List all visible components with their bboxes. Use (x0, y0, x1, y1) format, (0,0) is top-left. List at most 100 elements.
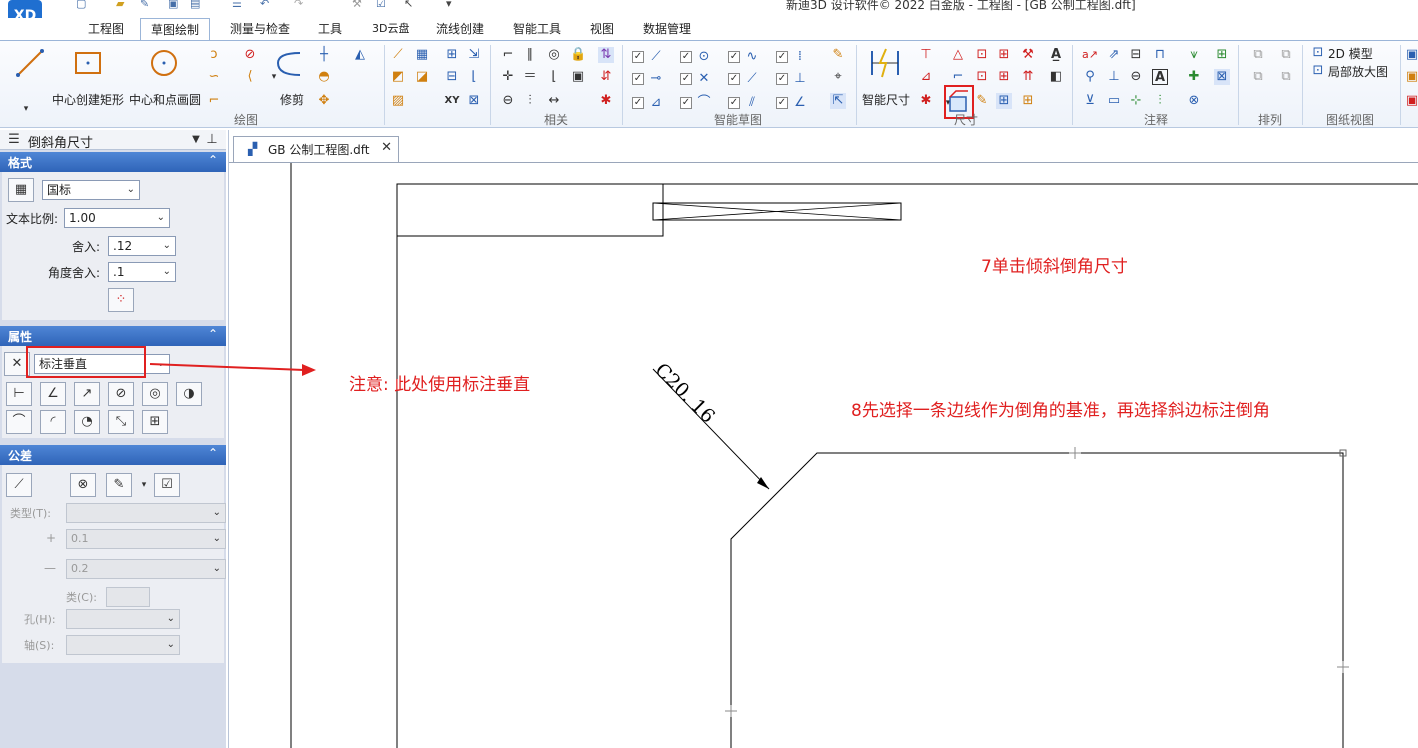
smart-sketch-checkbox[interactable]: ✓ (776, 51, 788, 63)
tolerance-type-select[interactable]: ⌄ (66, 503, 226, 523)
datum-icon[interactable]: ⊓ (1152, 47, 1168, 63)
dimension-group-icon[interactable]: ⊞ (996, 69, 1012, 85)
send-back-icon[interactable]: ⧉ (1278, 47, 1294, 63)
center-line-icon[interactable]: ⫶ (1152, 93, 1168, 109)
view-icon[interactable]: ▣ (1404, 69, 1418, 85)
save-icon[interactable]: ▣ (168, 0, 184, 11)
edge-condition-icon[interactable]: ⊻ (1082, 93, 1098, 109)
angular-coordinate-icon[interactable]: ⊡ (974, 47, 990, 63)
text-box-icon[interactable]: A (1152, 69, 1168, 85)
redo-icon[interactable]: ↷ (294, 0, 310, 11)
xy-coordinate-icon[interactable]: XY (444, 93, 460, 109)
send-backward-icon[interactable]: ⧉ (1278, 69, 1294, 85)
corner-icon[interactable]: ⌊ (466, 69, 482, 85)
region-icon[interactable]: ◓ (316, 69, 332, 85)
detail-view-button[interactable]: 局部放大图 (1328, 63, 1388, 80)
line-button[interactable] (14, 47, 46, 82)
radius-dimension-icon[interactable]: ↗ (74, 382, 100, 406)
part-outline[interactable] (730, 452, 1344, 748)
center-cross-icon[interactable]: ✚ (1186, 69, 1202, 85)
angular-dimension-icon[interactable]: ∠ (40, 382, 66, 406)
edit-grid-icon[interactable]: ⊠ (466, 93, 482, 109)
style-manager-icon[interactable]: ▦ (8, 178, 34, 202)
arc-icon[interactable]: ↄ (206, 47, 222, 63)
tab-smart-tools[interactable]: 智能工具 (503, 18, 571, 40)
view-icon[interactable]: ▣ (1404, 93, 1418, 109)
smart-sketch-checkbox[interactable]: ✓ (680, 51, 692, 63)
offset-icon[interactable]: ⟨ (242, 69, 258, 85)
leader-dimension-icon[interactable]: ⤡ (108, 410, 134, 434)
maintain-relation-icon[interactable]: ⇵ (598, 69, 614, 85)
concentric-icon[interactable]: ◎ (546, 47, 562, 63)
drawing-canvas[interactable]: C20. 16 (229, 163, 1418, 748)
perpendicular-icon[interactable]: ⌐ (500, 47, 516, 63)
dimension-style-icon[interactable]: ⊞ (996, 47, 1012, 63)
horizontal-vertical-icon[interactable]: ⌊ (546, 69, 562, 85)
smart-sketch-checkbox[interactable]: ✓ (728, 97, 740, 109)
arc-length-icon[interactable]: ⌒ (6, 410, 32, 434)
smart-sketch-checkbox[interactable]: ✓ (632, 97, 644, 109)
fillet-icon[interactable]: ⌐ (206, 93, 222, 109)
rigid-set-icon[interactable]: ▣ (570, 69, 586, 85)
half-diameter-icon[interactable]: ◑ (176, 382, 202, 406)
break-dimension-icon[interactable]: ⊞ (142, 410, 168, 434)
smart-sketch-checkbox[interactable]: ✓ (632, 73, 644, 85)
trim-button[interactable]: 修剪 (274, 47, 308, 107)
class-input[interactable] (106, 587, 150, 607)
check-doc-icon[interactable]: ☑ (376, 0, 392, 11)
sketch-tool-icon[interactable]: ✎ (830, 47, 846, 63)
no-tolerance-icon[interactable]: ⊗ (70, 473, 96, 497)
bolt-circle-icon[interactable]: ⊗ (1186, 93, 1202, 109)
parallel-icon[interactable]: ∥ (522, 47, 538, 63)
smart-sketch-checkbox[interactable]: ✓ (776, 97, 788, 109)
new-file-icon[interactable]: ▢ (76, 0, 92, 11)
construction-line-icon[interactable]: ⟋ (390, 47, 406, 63)
smart-sketch-checkbox[interactable]: ✓ (728, 51, 740, 63)
pointer-icon[interactable]: ⇲ (466, 47, 482, 63)
center-circle-button[interactable]: 中心和点画圆 (129, 47, 201, 107)
arc-angle-icon[interactable]: ◜ (40, 410, 66, 434)
chamfer-dimension-icon[interactable]: ⌐ (950, 69, 966, 85)
move-icon[interactable]: ✥ (316, 93, 332, 109)
view-icon[interactable]: ▣ (1404, 47, 1418, 63)
round-select[interactable]: .12 ⌄ (108, 236, 176, 256)
tolerance-dropdown-icon[interactable]: ▾ (136, 477, 152, 493)
bolt-hole-icon[interactable]: ▭ (1106, 93, 1122, 109)
chamfer-dimension[interactable]: C20. 16 (650, 359, 770, 490)
symmetric-diameter-icon[interactable]: △ (950, 47, 966, 63)
leader-icon[interactable]: ⇗ (1106, 47, 1122, 63)
edit-tolerance-icon[interactable]: ✎ (106, 473, 132, 497)
close-icon[interactable]: ✕ (381, 140, 392, 155)
tab-sketch[interactable]: 草图绘制 (140, 18, 211, 40)
format-section-header[interactable]: 格式 ⌃ (0, 152, 226, 172)
measure-icon[interactable]: ⚒ (352, 0, 368, 11)
text-scale-select[interactable]: 1.00 ⌄ (64, 208, 170, 228)
table-icon[interactable]: ⊟ (444, 69, 460, 85)
tolerance-section-header[interactable]: 公差 ⌃ (0, 445, 226, 465)
text-style-icon[interactable]: A̲ (1048, 47, 1064, 63)
active-sketch-icon[interactable]: ◪ (414, 69, 430, 85)
undo-icon[interactable]: ↶ (260, 0, 276, 11)
coordinate-dimension-icon[interactable]: ✱ (918, 93, 934, 109)
angle-between-icon[interactable]: ⊿ (918, 69, 934, 85)
callout-icon[interactable]: a↗ (1082, 47, 1098, 63)
smart-sketch-checkbox[interactable]: ✓ (776, 73, 788, 85)
shaft-fit-select[interactable]: ⌄ (66, 635, 180, 655)
weld-symbol-icon[interactable]: ⊥ (1106, 69, 1122, 85)
annotation-table-icon[interactable]: ⊠ (1214, 69, 1230, 85)
bring-front-icon[interactable]: ⧉ (1250, 47, 1266, 63)
trim-extend-icon[interactable]: ⊘ (242, 47, 258, 63)
symbol-insert-icon[interactable]: ⁘ (108, 288, 134, 312)
style-select[interactable]: 国标 ⌄ (42, 180, 140, 200)
tolerance-table-icon[interactable]: ☑ (154, 473, 180, 497)
plus-tolerance-input[interactable]: 0.1 ⌄ (66, 529, 226, 549)
line-dropdown-icon[interactable]: ▾ (18, 101, 34, 117)
tangent-icon[interactable]: ⊖ (500, 93, 516, 109)
layer-icon[interactable]: ◧ (1048, 69, 1064, 85)
document-tab[interactable]: ▞ GB 公制工程图.dft ✕ (233, 136, 399, 162)
grid-icon[interactable]: ⊞ (444, 47, 460, 63)
tab-cloud[interactable]: 3D云盘 (362, 18, 419, 40)
balloon-icon[interactable]: ⚲ (1082, 69, 1098, 85)
diameter-dimension-icon[interactable]: ⊘ (108, 382, 134, 406)
list-icon[interactable]: ☰ (232, 0, 248, 11)
